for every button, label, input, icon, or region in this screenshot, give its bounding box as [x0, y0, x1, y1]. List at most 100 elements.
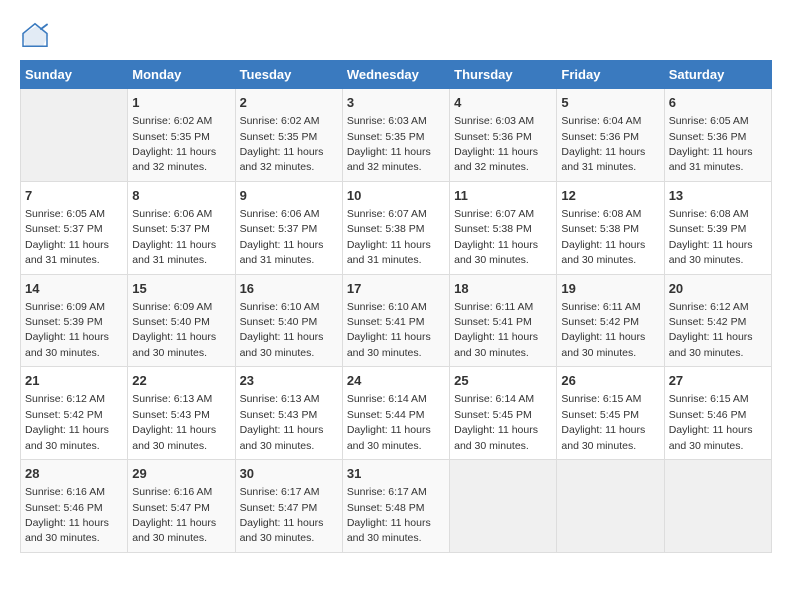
day-info: Sunrise: 6:13 AM Sunset: 5:43 PM Dayligh…: [240, 393, 324, 451]
day-info: Sunrise: 6:17 AM Sunset: 5:47 PM Dayligh…: [240, 486, 324, 544]
calendar-body: 1 Sunrise: 6:02 AM Sunset: 5:35 PM Daylig…: [21, 89, 772, 553]
header-day-thursday: Thursday: [450, 61, 557, 89]
day-number: 26: [561, 372, 659, 390]
calendar-cell: 10 Sunrise: 6:07 AM Sunset: 5:38 PM Dayli…: [342, 181, 449, 274]
day-number: 1: [132, 94, 230, 112]
day-info: Sunrise: 6:12 AM Sunset: 5:42 PM Dayligh…: [25, 393, 109, 451]
day-number: 14: [25, 280, 123, 298]
calendar-cell: 26 Sunrise: 6:15 AM Sunset: 5:45 PM Dayli…: [557, 367, 664, 460]
logo: [20, 20, 54, 50]
day-number: 30: [240, 465, 338, 483]
day-number: 23: [240, 372, 338, 390]
header-day-wednesday: Wednesday: [342, 61, 449, 89]
day-info: Sunrise: 6:05 AM Sunset: 5:36 PM Dayligh…: [669, 115, 753, 173]
day-info: Sunrise: 6:12 AM Sunset: 5:42 PM Dayligh…: [669, 301, 753, 359]
day-number: 12: [561, 187, 659, 205]
week-row-5: 28 Sunrise: 6:16 AM Sunset: 5:46 PM Dayli…: [21, 460, 772, 553]
calendar-cell: 30 Sunrise: 6:17 AM Sunset: 5:47 PM Dayli…: [235, 460, 342, 553]
day-number: 19: [561, 280, 659, 298]
day-number: 2: [240, 94, 338, 112]
day-info: Sunrise: 6:13 AM Sunset: 5:43 PM Dayligh…: [132, 393, 216, 451]
day-info: Sunrise: 6:14 AM Sunset: 5:45 PM Dayligh…: [454, 393, 538, 451]
day-info: Sunrise: 6:11 AM Sunset: 5:42 PM Dayligh…: [561, 301, 645, 359]
day-number: 15: [132, 280, 230, 298]
calendar-cell: 16Sunrise: 6:10 AM Sunset: 5:40 PM Dayli…: [235, 274, 342, 367]
calendar-header: SundayMondayTuesdayWednesdayThursdayFrid…: [21, 61, 772, 89]
header-day-friday: Friday: [557, 61, 664, 89]
day-number: 8: [132, 187, 230, 205]
calendar-cell: 4 Sunrise: 6:03 AM Sunset: 5:36 PM Daylig…: [450, 89, 557, 182]
calendar-table: SundayMondayTuesdayWednesdayThursdayFrid…: [20, 60, 772, 553]
calendar-cell: 20 Sunrise: 6:12 AM Sunset: 5:42 PM Dayli…: [664, 274, 771, 367]
day-info: Sunrise: 6:08 AM Sunset: 5:38 PM Dayligh…: [561, 208, 645, 266]
day-number: 5: [561, 94, 659, 112]
day-number: 28: [25, 465, 123, 483]
header-day-saturday: Saturday: [664, 61, 771, 89]
week-row-3: 14 Sunrise: 6:09 AM Sunset: 5:39 PM Dayli…: [21, 274, 772, 367]
day-number: 18: [454, 280, 552, 298]
calendar-cell: [450, 460, 557, 553]
day-number: 31: [347, 465, 445, 483]
day-info: Sunrise: 6:10 AM Sunset: 5:41 PM Dayligh…: [347, 301, 431, 359]
day-info: Sunrise: 6:14 AM Sunset: 5:44 PM Dayligh…: [347, 393, 431, 451]
calendar-cell: [557, 460, 664, 553]
day-number: 22: [132, 372, 230, 390]
day-info: Sunrise: 6:07 AM Sunset: 5:38 PM Dayligh…: [347, 208, 431, 266]
day-info: Sunrise: 6:03 AM Sunset: 5:36 PM Dayligh…: [454, 115, 538, 173]
calendar-cell: 21 Sunrise: 6:12 AM Sunset: 5:42 PM Dayli…: [21, 367, 128, 460]
calendar-cell: 17 Sunrise: 6:10 AM Sunset: 5:41 PM Dayli…: [342, 274, 449, 367]
day-info: Sunrise: 6:05 AM Sunset: 5:37 PM Dayligh…: [25, 208, 109, 266]
day-number: 17: [347, 280, 445, 298]
calendar-cell: 7 Sunrise: 6:05 AM Sunset: 5:37 PM Daylig…: [21, 181, 128, 274]
calendar-cell: 8 Sunrise: 6:06 AM Sunset: 5:37 PM Daylig…: [128, 181, 235, 274]
calendar-cell: 12 Sunrise: 6:08 AM Sunset: 5:38 PM Dayli…: [557, 181, 664, 274]
week-row-4: 21 Sunrise: 6:12 AM Sunset: 5:42 PM Dayli…: [21, 367, 772, 460]
week-row-1: 1 Sunrise: 6:02 AM Sunset: 5:35 PM Daylig…: [21, 89, 772, 182]
day-info: Sunrise: 6:15 AM Sunset: 5:46 PM Dayligh…: [669, 393, 753, 451]
day-number: 9: [240, 187, 338, 205]
day-info: Sunrise: 6:09 AM Sunset: 5:40 PM Dayligh…: [132, 301, 216, 359]
day-number: 4: [454, 94, 552, 112]
calendar-cell: 14 Sunrise: 6:09 AM Sunset: 5:39 PM Dayli…: [21, 274, 128, 367]
day-info: Sunrise: 6:17 AM Sunset: 5:48 PM Dayligh…: [347, 486, 431, 544]
calendar-cell: [664, 460, 771, 553]
calendar-cell: 29 Sunrise: 6:16 AM Sunset: 5:47 PM Dayli…: [128, 460, 235, 553]
header-day-monday: Monday: [128, 61, 235, 89]
calendar-cell: 11 Sunrise: 6:07 AM Sunset: 5:38 PM Dayli…: [450, 181, 557, 274]
calendar-cell: 2 Sunrise: 6:02 AM Sunset: 5:35 PM Daylig…: [235, 89, 342, 182]
day-info: Sunrise: 6:02 AM Sunset: 5:35 PM Dayligh…: [132, 115, 216, 173]
day-number: 21: [25, 372, 123, 390]
day-info: Sunrise: 6:07 AM Sunset: 5:38 PM Dayligh…: [454, 208, 538, 266]
day-number: 10: [347, 187, 445, 205]
day-number: 7: [25, 187, 123, 205]
day-info: Sunrise: 6:15 AM Sunset: 5:45 PM Dayligh…: [561, 393, 645, 451]
day-number: 24: [347, 372, 445, 390]
day-number: 25: [454, 372, 552, 390]
day-info: Sunrise: 6:02 AM Sunset: 5:35 PM Dayligh…: [240, 115, 324, 173]
day-info: Sunrise: 6:16 AM Sunset: 5:47 PM Dayligh…: [132, 486, 216, 544]
day-number: 29: [132, 465, 230, 483]
day-info: Sunrise: 6:06 AM Sunset: 5:37 PM Dayligh…: [240, 208, 324, 266]
calendar-cell: 22 Sunrise: 6:13 AM Sunset: 5:43 PM Dayli…: [128, 367, 235, 460]
day-info: Sunrise: 6:09 AM Sunset: 5:39 PM Dayligh…: [25, 301, 109, 359]
day-info: Sunrise: 6:03 AM Sunset: 5:35 PM Dayligh…: [347, 115, 431, 173]
calendar-cell: 15 Sunrise: 6:09 AM Sunset: 5:40 PM Dayli…: [128, 274, 235, 367]
calendar-cell: 31 Sunrise: 6:17 AM Sunset: 5:48 PM Dayli…: [342, 460, 449, 553]
day-info: Sunrise: 6:04 AM Sunset: 5:36 PM Dayligh…: [561, 115, 645, 173]
day-number: 20: [669, 280, 767, 298]
week-row-2: 7 Sunrise: 6:05 AM Sunset: 5:37 PM Daylig…: [21, 181, 772, 274]
day-number: 11: [454, 187, 552, 205]
calendar-cell: 23 Sunrise: 6:13 AM Sunset: 5:43 PM Dayli…: [235, 367, 342, 460]
calendar-cell: 1 Sunrise: 6:02 AM Sunset: 5:35 PM Daylig…: [128, 89, 235, 182]
day-number: 27: [669, 372, 767, 390]
day-number: 6: [669, 94, 767, 112]
calendar-cell: 5 Sunrise: 6:04 AM Sunset: 5:36 PM Daylig…: [557, 89, 664, 182]
day-info: Sunrise: 6:11 AM Sunset: 5:41 PM Dayligh…: [454, 301, 538, 359]
calendar-cell: 13Sunrise: 6:08 AM Sunset: 5:39 PM Dayli…: [664, 181, 771, 274]
calendar-cell: [21, 89, 128, 182]
page-header: [20, 20, 772, 50]
day-info: Sunrise: 6:06 AM Sunset: 5:37 PM Dayligh…: [132, 208, 216, 266]
day-number: 13: [669, 187, 767, 205]
calendar-cell: 25 Sunrise: 6:14 AM Sunset: 5:45 PM Dayli…: [450, 367, 557, 460]
day-info: Sunrise: 6:16 AM Sunset: 5:46 PM Dayligh…: [25, 486, 109, 544]
